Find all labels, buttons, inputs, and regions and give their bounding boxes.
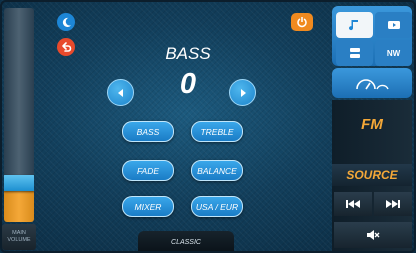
skip-back-icon[interactable] xyxy=(334,192,372,216)
skip-forward-icon[interactable] xyxy=(374,192,412,216)
video-icon[interactable] xyxy=(375,12,412,38)
mode-grid: NW xyxy=(332,6,412,66)
setting-value: 0 xyxy=(179,68,197,100)
moon-icon[interactable] xyxy=(57,13,75,31)
main-volume-slider[interactable] xyxy=(4,8,34,222)
music-note-icon[interactable] xyxy=(336,12,373,38)
increase-button[interactable] xyxy=(229,79,256,106)
usa-eur-button[interactable]: USA / EUR xyxy=(191,196,243,217)
bass-button[interactable]: BASS xyxy=(122,121,174,142)
treble-button[interactable]: TREBLE xyxy=(191,121,243,142)
car-audio-screen: MAIN VOLUME BASS 0 BASS TREBLE FADE BALA… xyxy=(0,0,416,253)
apps-icon[interactable] xyxy=(336,40,373,66)
main-volume-label: MAIN VOLUME xyxy=(2,224,36,250)
gauge-icon[interactable] xyxy=(332,68,412,98)
mute-icon[interactable] xyxy=(334,222,412,248)
fm-label[interactable]: FM xyxy=(332,116,412,133)
decrease-button[interactable] xyxy=(107,79,134,106)
arrow-left-icon xyxy=(117,88,123,97)
fade-button[interactable]: FADE xyxy=(122,160,174,181)
navigation-compass-button[interactable]: NW xyxy=(375,40,412,66)
right-panel: NW FM SOURCE xyxy=(332,0,416,253)
balance-button[interactable]: BALANCE xyxy=(191,160,243,181)
preset-tab[interactable]: CLASSIC xyxy=(138,231,234,253)
setting-title: BASS xyxy=(165,44,211,63)
nav-label: NW xyxy=(386,48,401,58)
back-arrow-icon[interactable] xyxy=(57,38,75,56)
source-button[interactable]: SOURCE xyxy=(332,164,412,186)
mixer-button[interactable]: MIXER xyxy=(122,196,174,217)
arrow-right-icon xyxy=(240,88,246,97)
volume-knob[interactable] xyxy=(4,175,34,191)
power-icon[interactable] xyxy=(291,13,313,31)
